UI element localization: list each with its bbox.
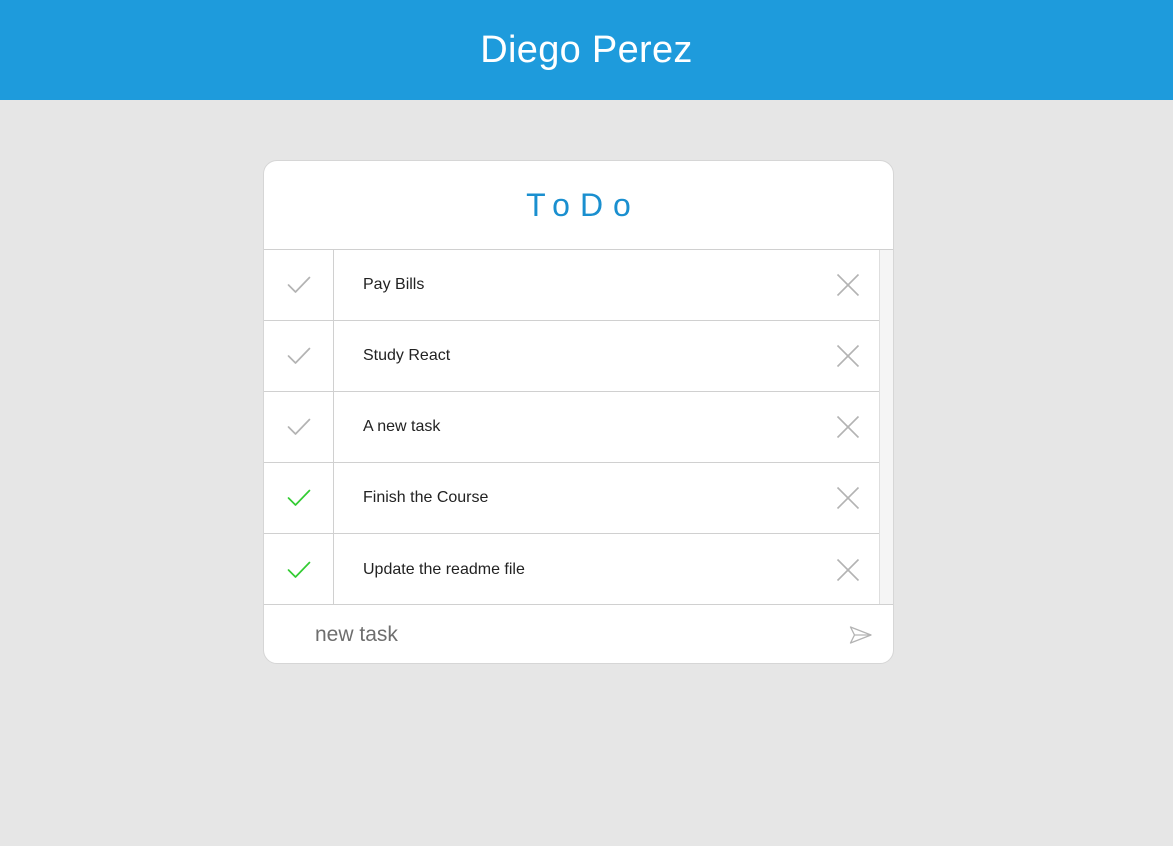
check-icon xyxy=(287,276,310,293)
check-icon xyxy=(287,347,310,364)
check-icon xyxy=(287,418,310,435)
close-icon xyxy=(836,273,860,297)
toggle-done-button[interactable] xyxy=(264,463,334,533)
check-icon xyxy=(287,561,310,578)
delete-task-button[interactable] xyxy=(816,250,880,320)
close-icon xyxy=(836,486,860,510)
task-list-area: Pay Bills Study React A new task Finish … xyxy=(264,250,893,605)
task-row: Study React xyxy=(264,321,880,392)
top-bar: Diego Perez xyxy=(0,0,1173,100)
toggle-done-button[interactable] xyxy=(264,392,334,462)
delete-task-button[interactable] xyxy=(816,321,880,391)
task-row: Finish the Course xyxy=(264,463,880,534)
task-list: Pay Bills Study React A new task Finish … xyxy=(264,250,880,605)
new-task-composer xyxy=(264,605,893,663)
toggle-done-button[interactable] xyxy=(264,534,334,605)
check-icon xyxy=(287,489,310,506)
task-row: A new task xyxy=(264,392,880,463)
close-icon xyxy=(836,415,860,439)
task-label: Study React xyxy=(363,347,451,364)
close-icon xyxy=(836,344,860,368)
delete-task-button[interactable] xyxy=(816,463,880,533)
task-label: Finish the Course xyxy=(363,489,489,506)
send-icon xyxy=(849,626,872,644)
send-task-button[interactable] xyxy=(849,625,873,645)
list-scrollbar[interactable] xyxy=(879,250,893,604)
toggle-done-button[interactable] xyxy=(264,250,334,320)
close-icon xyxy=(836,558,860,581)
task-label: Update the readme file xyxy=(363,560,525,578)
delete-task-button[interactable] xyxy=(816,534,880,605)
task-label: Pay Bills xyxy=(363,276,425,293)
task-row: Update the readme file xyxy=(264,534,880,605)
new-task-input[interactable] xyxy=(313,622,817,648)
user-name-title: Diego Perez xyxy=(480,28,693,71)
todo-card-header: ToDo xyxy=(264,161,893,250)
todo-title: ToDo xyxy=(526,186,641,223)
task-label: A new task xyxy=(363,418,441,435)
toggle-done-button[interactable] xyxy=(264,321,334,391)
delete-task-button[interactable] xyxy=(816,392,880,462)
todo-card: ToDo Pay Bills Study React A new task Fi… xyxy=(263,160,894,664)
task-row: Pay Bills xyxy=(264,250,880,321)
